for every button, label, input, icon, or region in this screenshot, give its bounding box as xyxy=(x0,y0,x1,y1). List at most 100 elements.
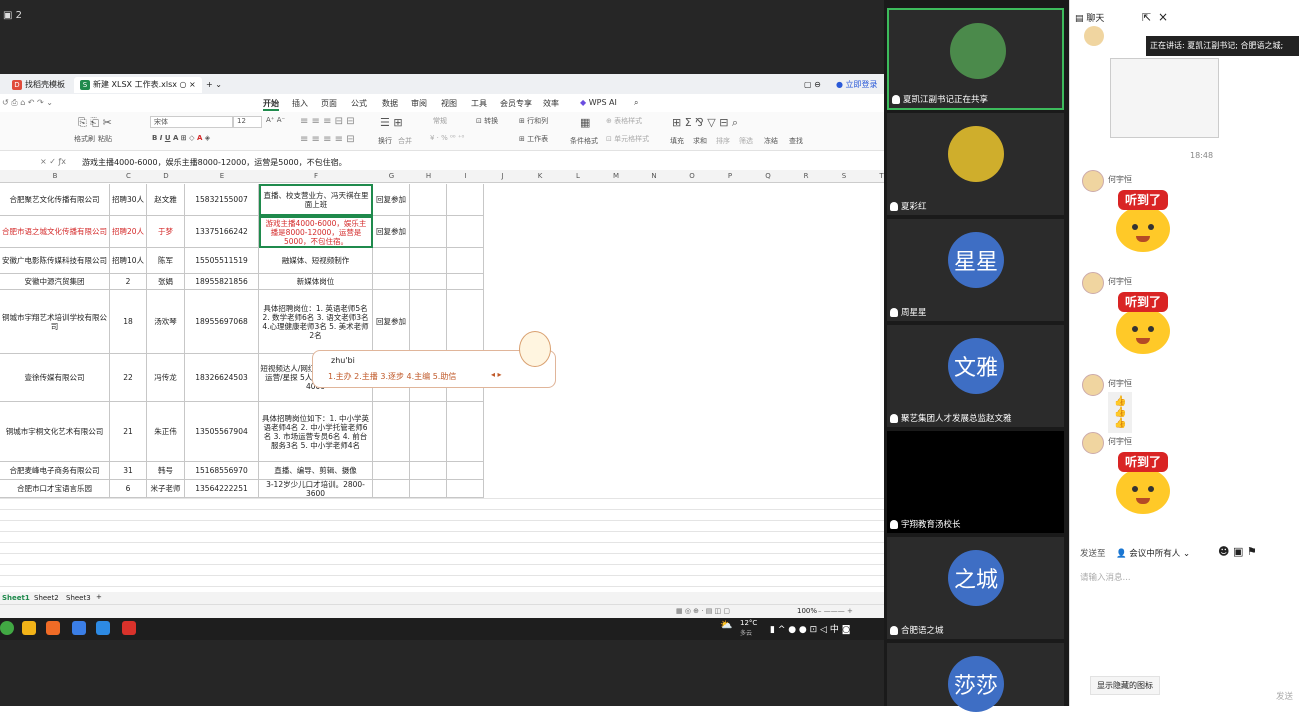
meeting-icon[interactable] xyxy=(96,621,110,635)
align-icons[interactable]: ≡ ≡ ≡ ⊟ ⊟ xyxy=(300,116,355,127)
cell-phone[interactable]: 13564222251 xyxy=(185,480,259,498)
ime-candidates[interactable]: 1.主办 2.主播 3.逐步 4.主编 5.助信 xyxy=(328,371,456,382)
quick-access-icons[interactable]: ↺ ⎙ ⌂ ↶ ↷ ⌄ xyxy=(2,98,53,108)
cell-company[interactable]: 铜城市宇桐文化艺术有限公司 xyxy=(0,402,110,462)
tab-formula[interactable]: 公式 xyxy=(351,98,367,109)
add-tab-icon[interactable]: + ⌄ xyxy=(200,77,228,93)
cell-contact[interactable]: 汤欢琴 xyxy=(147,290,185,354)
cell-company[interactable]: 合肥市口才宝语言乐园 xyxy=(0,480,110,498)
cell-empty[interactable] xyxy=(447,274,484,290)
cell-contact[interactable]: 陈军 xyxy=(147,248,185,274)
number-format-select[interactable]: 常规 xyxy=(433,116,447,126)
column-header[interactable]: G xyxy=(373,170,411,183)
cell-empty[interactable] xyxy=(447,184,484,216)
row-col-button[interactable]: ⊞ 行和列 xyxy=(519,116,548,126)
sort-button[interactable]: 排序 xyxy=(716,136,730,146)
cell-status[interactable] xyxy=(373,402,410,462)
empty-row[interactable] xyxy=(0,498,884,499)
cell-contact[interactable]: 冯传龙 xyxy=(147,354,185,402)
zoom-slider[interactable]: – ——— + xyxy=(818,607,853,615)
sum-button[interactable]: 求和 xyxy=(693,136,707,146)
cell-position[interactable]: 具体招聘岗位如下：1. 中小学英语老师4名 2. 中小学托管老师6名 3. 市场… xyxy=(259,402,373,462)
cell-position[interactable]: 具体招聘岗位：1. 英语老师5名 2. 数学老师6名 3. 语文老师3名 4.心… xyxy=(259,290,373,354)
shared-image-thumbnail[interactable] xyxy=(1110,58,1219,138)
filter-button[interactable]: 筛选 xyxy=(739,136,753,146)
tab-home[interactable]: 开始 xyxy=(263,98,279,111)
cell-empty[interactable] xyxy=(410,480,447,498)
column-header[interactable]: S xyxy=(825,170,864,183)
number-icons[interactable]: ¥ · % ⁰⁰ ⁺⁰ xyxy=(430,134,464,142)
wps-icon[interactable] xyxy=(122,621,136,635)
cell-count[interactable]: 21 xyxy=(110,402,147,462)
fill-button[interactable]: 填充 xyxy=(670,136,684,146)
cell-contact[interactable]: 赵文雅 xyxy=(147,184,185,216)
chat-input[interactable]: 请输入消息... xyxy=(1080,571,1131,583)
column-header[interactable]: M xyxy=(597,170,636,183)
cell-position[interactable]: 3-12岁少儿口才培训。2800-3600 xyxy=(259,480,373,498)
cell-empty[interactable] xyxy=(447,248,484,274)
cell-position[interactable]: 游戏主播4000-6000，娱乐主播是8000-12000，运营是5000，不包… xyxy=(259,216,373,248)
wrap-icon[interactable]: ☰ ⊞ xyxy=(380,116,403,129)
cell-company[interactable]: 合肥聚艺文化传播有限公司 xyxy=(0,184,110,216)
font-select[interactable]: 宋体 xyxy=(150,116,233,128)
cell-contact[interactable]: 张娟 xyxy=(147,274,185,290)
font-size-select[interactable]: 12 xyxy=(233,116,262,128)
cell-status[interactable] xyxy=(373,274,410,290)
sheet-button[interactable]: ⊞ 工作表 xyxy=(519,134,548,144)
column-header[interactable]: C xyxy=(110,170,148,183)
wrap-button[interactable]: 换行 xyxy=(378,136,392,146)
cell-contact[interactable]: 韩号 xyxy=(147,462,185,480)
wechat-icon[interactable] xyxy=(0,621,14,635)
cell-empty[interactable] xyxy=(410,274,447,290)
cell-count[interactable]: 31 xyxy=(110,462,147,480)
add-sheet-icon[interactable]: + xyxy=(96,593,102,601)
cell-empty[interactable] xyxy=(410,462,447,480)
cell-contact[interactable]: 米子老师 xyxy=(147,480,185,498)
cell-status[interactable] xyxy=(373,480,410,498)
table-style-button[interactable]: ⊕ 表格样式 xyxy=(606,116,642,126)
cell-position[interactable]: 直播、校支营业方、冯天祺在里面上班 xyxy=(259,184,373,216)
cell-empty[interactable] xyxy=(447,402,484,462)
video-tile[interactable]: 夏凯江副书记正在共享 xyxy=(887,8,1064,110)
find-button[interactable]: 查找 xyxy=(789,136,803,146)
paste-icons[interactable]: ⎘ ⎗ ✂ xyxy=(78,116,112,130)
cell-count[interactable]: 招聘10人 xyxy=(110,248,147,274)
cell-company[interactable]: 合肥麦峰电子商务有限公司 xyxy=(0,462,110,480)
cell-phone[interactable]: 18955821856 xyxy=(185,274,259,290)
empty-row[interactable] xyxy=(0,553,884,554)
ime-candidate-popup[interactable]: zhu'bi 1.主办 2.主播 3.逐步 4.主编 5.助信 ◂ ▸ xyxy=(312,331,556,388)
video-tile[interactable]: 宇翔教育汤校长 xyxy=(887,431,1064,533)
cell-phone[interactable]: 15168556970 xyxy=(185,462,259,480)
paste-button[interactable]: 粘贴 xyxy=(98,134,112,144)
search-icon[interactable]: ⌕ xyxy=(634,98,638,108)
column-header[interactable]: J xyxy=(484,170,522,183)
cell-empty[interactable] xyxy=(410,248,447,274)
recipient-select[interactable]: 👤 会议中所有人 ⌄ xyxy=(1116,547,1190,559)
sheet-tab-2[interactable]: Sheet2 xyxy=(34,594,59,602)
cell-count[interactable]: 22 xyxy=(110,354,147,402)
cell-count[interactable]: 招聘30人 xyxy=(110,184,147,216)
cell-phone[interactable]: 15505511519 xyxy=(185,248,259,274)
column-header[interactable]: E xyxy=(185,170,260,183)
cell-phone[interactable]: 15832155007 xyxy=(185,184,259,216)
cell-count[interactable]: 招聘20人 xyxy=(110,216,147,248)
cell-empty[interactable] xyxy=(410,402,447,462)
tab-efficiency[interactable]: 效率 xyxy=(543,98,559,109)
cell-status[interactable]: 回复参加 xyxy=(373,184,410,216)
empty-row[interactable] xyxy=(0,542,884,543)
close-icon[interactable]: × xyxy=(1158,10,1168,24)
column-header[interactable]: D xyxy=(147,170,186,183)
cell-status[interactable] xyxy=(373,462,410,480)
cell-company[interactable]: 壹徐传媒有限公司 xyxy=(0,354,110,402)
cell-phone[interactable]: 13505567904 xyxy=(185,402,259,462)
formula-input[interactable]: 游戏主播4000-6000，娱乐主播8000-12000，运营是5000，不包住… xyxy=(82,157,347,168)
empty-row[interactable] xyxy=(0,564,884,565)
view-mode-icons[interactable]: ▦ ◎ ⊕ · ▤ ◫ ▢ xyxy=(676,607,730,615)
cond-format-icon[interactable]: ▦ xyxy=(580,116,590,129)
column-header[interactable]: T xyxy=(863,170,884,183)
cell-company[interactable]: 铜城市宇翔艺术培训学校有限公司 xyxy=(0,290,110,354)
cell-position[interactable]: 直播、编导、剪辑、摄像 xyxy=(259,462,373,480)
cell-company[interactable]: 安徽中源汽贸集团 xyxy=(0,274,110,290)
column-header[interactable]: L xyxy=(559,170,598,183)
convert-button[interactable]: ⊡ 转换 xyxy=(476,116,498,126)
